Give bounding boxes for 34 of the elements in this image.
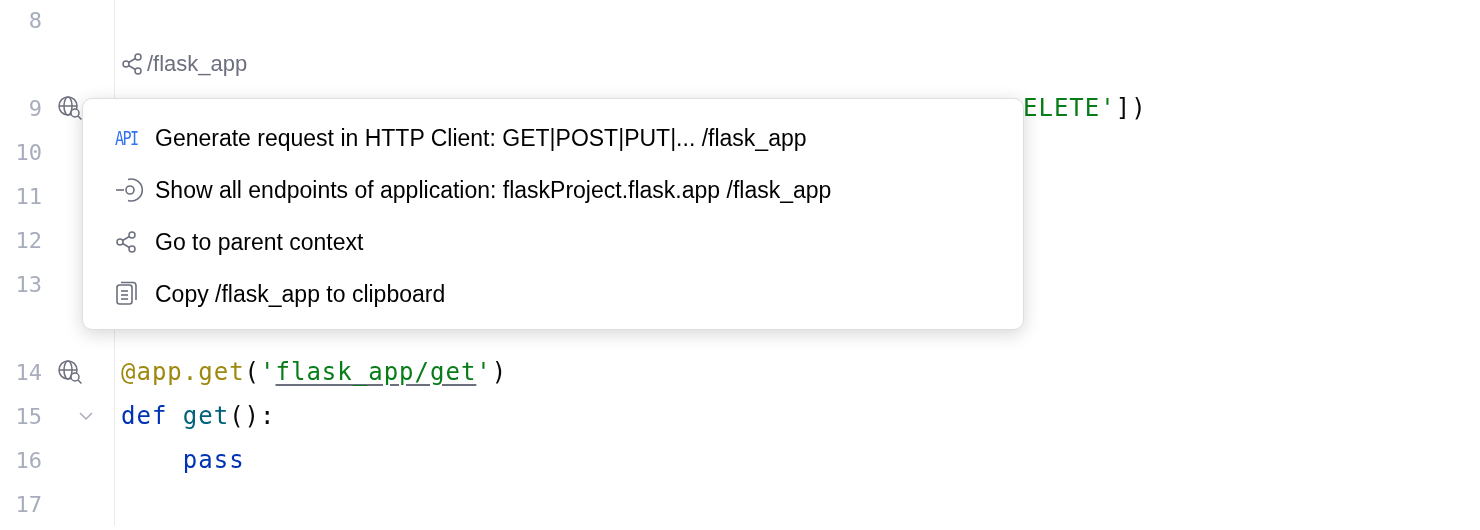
line-number: 10 (14, 139, 42, 165)
code-token: @app.get (121, 358, 245, 386)
line-number: 16 (14, 447, 42, 473)
share-icon (121, 53, 143, 75)
line-number: 13 (14, 271, 42, 297)
line-number: 8 (27, 7, 42, 33)
code-token: ' (260, 358, 276, 386)
route-hint[interactable]: /flask_app (147, 51, 248, 77)
code-token: ' (476, 358, 492, 386)
line-number: 17 (14, 491, 42, 517)
api-icon: API (115, 127, 138, 149)
code-token: get (182, 402, 230, 430)
popup-menu-item[interactable]: API Generate request in HTTP Client: GET|POST|PUT|... /flask_app (83, 112, 1023, 164)
globe-search-icon[interactable] (57, 95, 83, 121)
code-token: ]) (1115, 94, 1147, 122)
line-number: 15 (14, 403, 42, 429)
code-token: ) (491, 358, 508, 386)
globe-search-icon[interactable] (57, 359, 83, 385)
line-number: 14 (14, 359, 42, 385)
line-number: 12 (14, 227, 42, 253)
code-token: flask_app/get (275, 358, 477, 386)
code-token: ( (244, 358, 261, 386)
code-token: pass (181, 446, 245, 474)
copy-icon (115, 281, 139, 307)
code-token: ELETE' (1023, 94, 1116, 122)
popup-menu-item[interactable]: Copy /flask_app to clipboard (83, 268, 1023, 320)
popup-menu-item[interactable]: Show all endpoints of application: flaskProject.flask.app /flask_app (83, 164, 1023, 216)
endpoint-icon (115, 177, 143, 203)
code-token: (): (229, 402, 276, 430)
code-token: def (121, 402, 169, 430)
line-number: 11 (14, 183, 42, 209)
share-icon (115, 231, 137, 253)
popup-menu-item[interactable]: Go to parent context (83, 216, 1023, 268)
line-number: 9 (27, 95, 42, 121)
